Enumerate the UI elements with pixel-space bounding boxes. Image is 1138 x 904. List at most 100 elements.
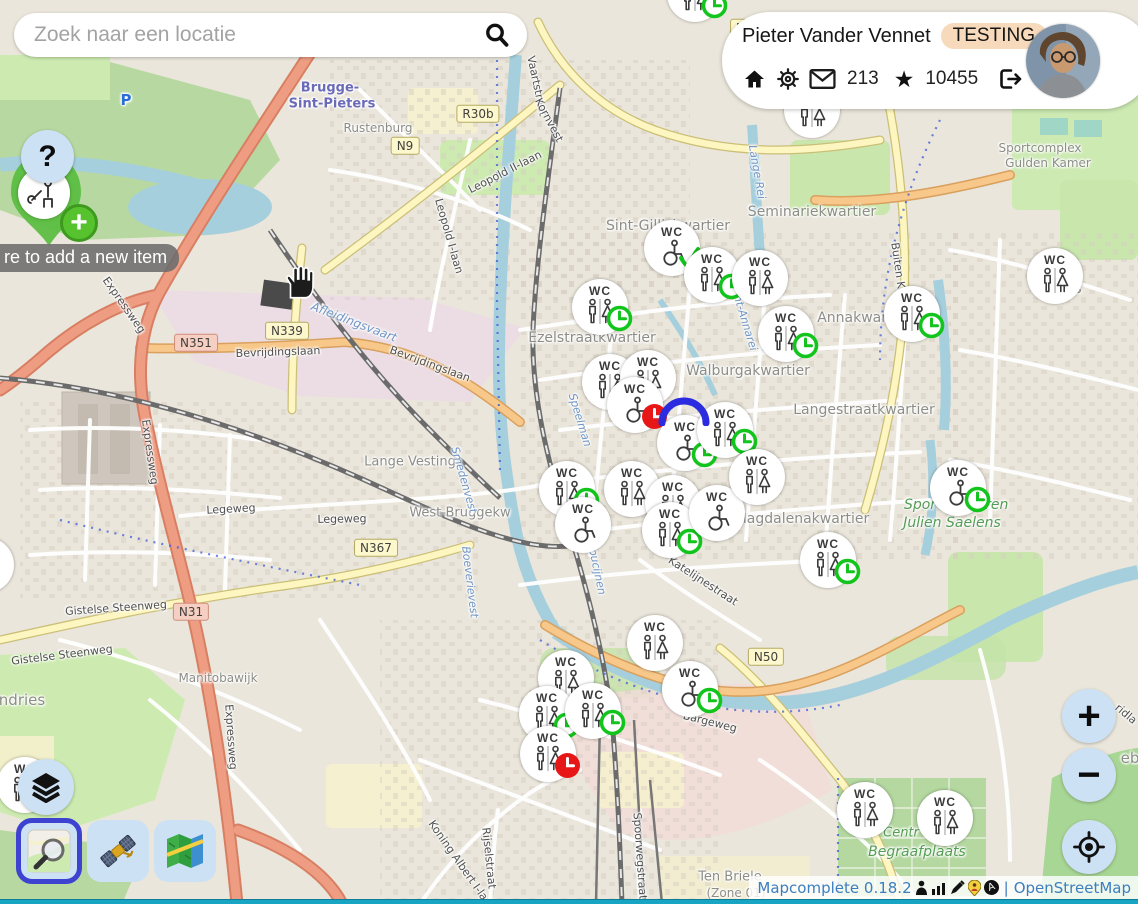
- toilet-marker-label: WC: [662, 481, 684, 493]
- toilet-marker-label: WC: [624, 383, 646, 395]
- toilet-marker[interactable]: WC: [884, 286, 940, 342]
- toilet-marker-label: WC: [637, 356, 659, 368]
- opening-hours-open-icon: [696, 687, 723, 714]
- toilet-marker[interactable]: WC: [555, 497, 611, 553]
- toilet-marker[interactable]: WC: [837, 782, 893, 838]
- toilet-marker-label: WC: [659, 508, 681, 520]
- toilet-marker[interactable]: WC: [729, 449, 785, 505]
- toilet-marker[interactable]: WC: [732, 250, 788, 306]
- zoom-in-button[interactable]: +: [1062, 689, 1116, 743]
- license-icon[interactable]: A: [982, 878, 1001, 897]
- stats-icon[interactable]: [931, 881, 947, 895]
- toilet-marker-label: WC: [536, 692, 558, 704]
- search-icon: [483, 21, 511, 49]
- toilet-marker[interactable]: WC: [1027, 248, 1083, 304]
- geolocate-button[interactable]: [1062, 820, 1116, 874]
- map-icon: [163, 829, 207, 873]
- openstreetmap-link[interactable]: OpenStreetMap: [1014, 879, 1131, 897]
- edit-icon[interactable]: [950, 880, 965, 895]
- background-osm-button[interactable]: [16, 818, 82, 884]
- opening-hours-open-icon: [964, 486, 991, 513]
- mapcomplete-version-link[interactable]: Mapcomplete 0.18.2: [757, 879, 911, 897]
- toilet-marker[interactable]: WC: [930, 460, 986, 516]
- background-map-button[interactable]: [154, 820, 216, 882]
- toilet-marker-label: WC: [901, 292, 923, 304]
- logout-icon: [997, 67, 1023, 91]
- male-female-toilet-icon: [617, 480, 647, 507]
- opening-hours-open-icon: [792, 332, 819, 359]
- gear-icon: [776, 67, 800, 91]
- toilet-marker-label: WC: [714, 408, 736, 420]
- settings-button[interactable]: [776, 67, 800, 91]
- toilet-marker-label: WC: [537, 732, 559, 744]
- toilet-marker-label: WC: [644, 621, 666, 633]
- user-avatar[interactable]: [1026, 24, 1100, 98]
- search-input[interactable]: [32, 22, 481, 48]
- toilet-marker[interactable]: WC: [607, 377, 663, 433]
- toilet-marker[interactable]: WC: [800, 532, 856, 588]
- user-panel: Pieter Vander Vennet TESTING: [722, 12, 1138, 109]
- toilet-marker-label: WC: [661, 226, 683, 238]
- envelope-icon: [809, 68, 836, 90]
- background-satellite-button[interactable]: [87, 820, 149, 882]
- search-bar: [14, 13, 527, 57]
- user-name[interactable]: Pieter Vander Vennet: [742, 25, 931, 48]
- contributors-icon[interactable]: [915, 880, 928, 895]
- osm-carto-icon: [26, 828, 72, 874]
- wheelchair-toilet-icon: [569, 516, 597, 544]
- toilet-marker-label: WC: [599, 360, 621, 372]
- toilet-marker[interactable]: WC: [520, 726, 576, 782]
- toilet-marker[interactable]: WC: [627, 615, 683, 671]
- toilet-marker[interactable]: WC: [572, 279, 628, 335]
- mapcomplete-app: N9 R30b N339 N351 N31 N367 N376 N50 Brug…: [0, 0, 1138, 904]
- toilet-marker-label: WC: [679, 667, 701, 679]
- toilet-marker[interactable]: WC: [0, 537, 14, 593]
- attribution-bar: Mapcomplete 0.18.2 A | OpenStreetMap: [749, 876, 1138, 899]
- messages-count: 213: [847, 68, 879, 90]
- toilet-marker[interactable]: WC: [662, 661, 718, 717]
- changesets-button[interactable]: ★: [894, 68, 915, 91]
- toilet-marker-label: WC: [749, 256, 771, 268]
- mapcomplete-logo-icon[interactable]: [968, 880, 981, 896]
- toilet-marker-label: WC: [854, 788, 876, 800]
- male-female-toilet-icon: [930, 809, 960, 836]
- toilet-marker-label: WC: [775, 312, 797, 324]
- male-female-toilet-icon: [1040, 267, 1070, 294]
- toilet-marker[interactable]: WC: [758, 306, 814, 362]
- toilet-marker-label: WC: [674, 421, 696, 433]
- toilet-marker-label: WC: [817, 538, 839, 550]
- opening-hours-closed-icon: [554, 752, 581, 779]
- changesets-count: 10455: [925, 68, 978, 90]
- toilet-marker-label: WC: [934, 796, 956, 808]
- opening-hours-open-icon: [606, 305, 633, 332]
- toilet-marker[interactable]: WC: [917, 790, 973, 846]
- male-female-toilet-icon: [0, 556, 1, 583]
- map-canvas[interactable]: N9 R30b N339 N351 N31 N367 N376 N50 Brug…: [0, 0, 1138, 904]
- add-item-tooltip: re to add a new item: [0, 244, 179, 272]
- home-button[interactable]: [742, 67, 767, 91]
- toilet-marker[interactable]: WC: [565, 683, 621, 739]
- male-female-toilet-icon: [640, 634, 670, 661]
- toilet-marker-label: WC: [701, 253, 723, 265]
- toilet-marker-label: WC: [555, 656, 577, 668]
- layers-button[interactable]: [18, 759, 74, 815]
- toilet-marker-label: WC: [621, 467, 643, 479]
- messages-button[interactable]: [809, 68, 836, 90]
- toilet-marker-label: WC: [582, 689, 604, 701]
- satellite-icon: [96, 829, 140, 873]
- home-icon: [742, 67, 767, 91]
- toilet-marker[interactable]: WC: [697, 402, 753, 458]
- crosshair-icon: [1072, 830, 1106, 864]
- male-female-toilet-icon: [742, 468, 772, 495]
- opening-hours-open-icon: [834, 558, 861, 585]
- help-button[interactable]: ?: [21, 130, 74, 183]
- logout-button[interactable]: [997, 67, 1023, 91]
- bottom-bar: [0, 899, 1138, 904]
- toilet-marker[interactable]: WC: [667, 0, 723, 22]
- background-chooser: [16, 820, 216, 884]
- zoom-out-button[interactable]: −: [1062, 748, 1116, 802]
- toilet-marker-label: WC: [947, 466, 969, 478]
- search-button[interactable]: [481, 19, 513, 51]
- add-item-plus-button[interactable]: +: [60, 204, 98, 242]
- star-icon: ★: [894, 68, 915, 91]
